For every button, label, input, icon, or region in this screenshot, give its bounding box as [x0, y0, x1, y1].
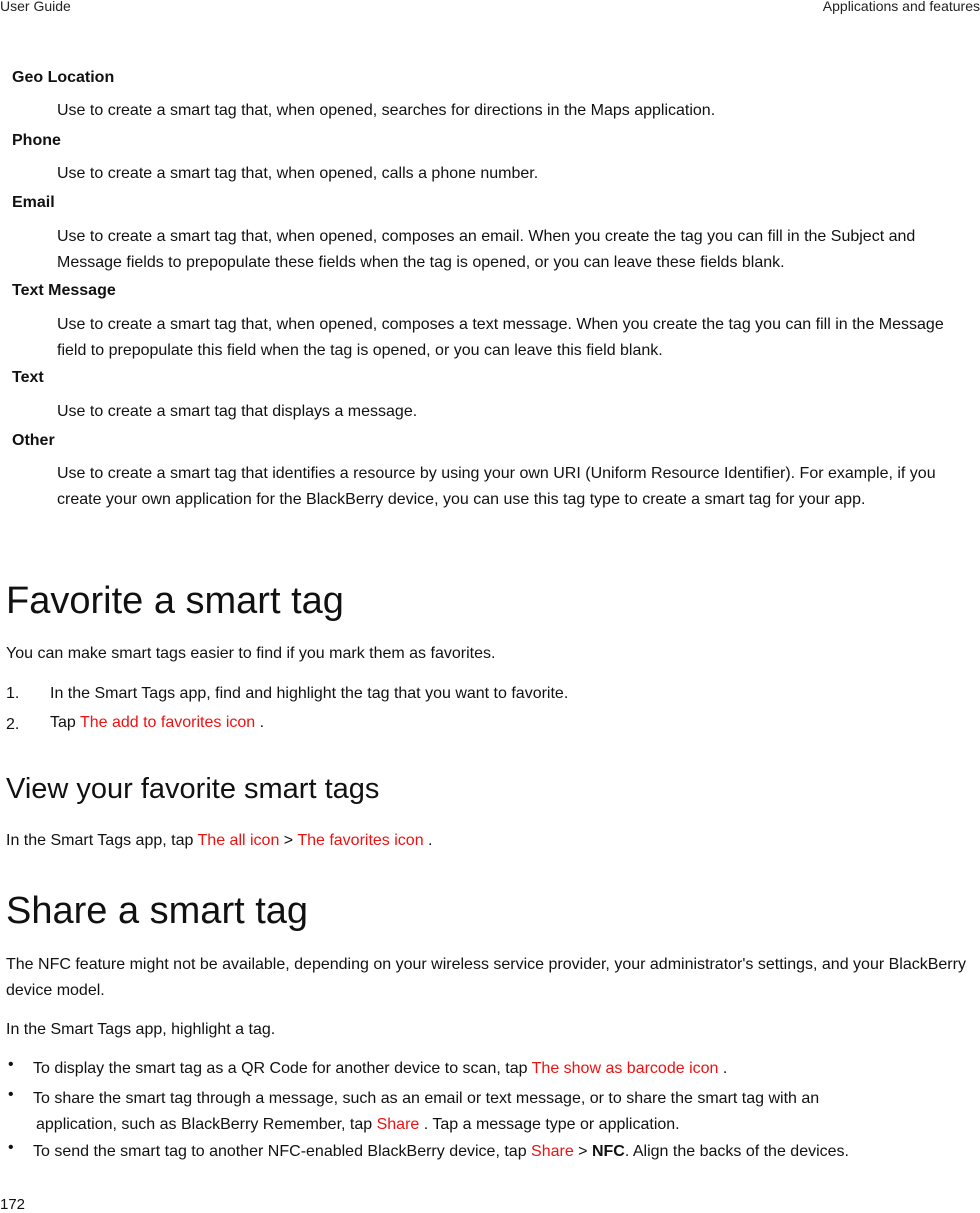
share-icon[interactable]: Share: [377, 1116, 420, 1133]
favorites-icon[interactable]: The favorites icon: [297, 832, 423, 849]
def-text-message: Use to create a smart tag that, when ope…: [57, 316, 944, 359]
favorite-intro: You can make smart tags easier to find i…: [6, 645, 496, 662]
def-text: Use to create a smart tag that displays …: [57, 403, 418, 420]
nfc-option[interactable]: NFC: [592, 1143, 625, 1160]
bullet-text: To display the smart tag as a QR Code fo…: [33, 1060, 728, 1077]
view-instructions: In the Smart Tags app, tap The all icon …: [6, 832, 433, 849]
step-text: Tap The add to favorites icon .: [50, 714, 265, 731]
step-text: In the Smart Tags app, find and highligh…: [50, 685, 569, 702]
def-geo-location: Use to create a smart tag that, when ope…: [57, 102, 716, 119]
section-title-favorite: Favorite a smart tag: [6, 580, 344, 622]
header-right: Applications and features: [822, 0, 980, 14]
bullet-text: To share the smart tag through a message…: [33, 1090, 820, 1133]
step-number: 1.: [6, 685, 20, 702]
show-as-barcode-icon[interactable]: The show as barcode icon: [532, 1060, 719, 1077]
header-left: User Guide: [0, 0, 71, 14]
section-title-view: View your favorite smart tags: [6, 773, 380, 805]
term-text: Text: [12, 369, 44, 386]
step-number: 2.: [6, 716, 20, 733]
term-geo-location: Geo Location: [12, 69, 115, 86]
def-email: Use to create a smart tag that, when ope…: [57, 228, 916, 271]
share-lead: In the Smart Tags app, highlight a tag.: [6, 1021, 276, 1038]
bullet-icon: •: [8, 1056, 14, 1073]
term-other: Other: [12, 432, 55, 449]
term-email: Email: [12, 194, 55, 211]
all-icon[interactable]: The all icon: [198, 832, 280, 849]
add-to-favorites-icon[interactable]: The add to favorites icon: [80, 714, 255, 731]
bullet-icon: •: [8, 1139, 14, 1156]
share-icon[interactable]: Share: [531, 1143, 574, 1160]
share-intro: The NFC feature might not be available, …: [6, 956, 966, 999]
bullet-text: To send the smart tag to another NFC-ena…: [33, 1143, 849, 1160]
term-phone: Phone: [12, 132, 61, 149]
term-text-message: Text Message: [12, 282, 116, 299]
page-number: 172: [0, 1196, 26, 1213]
def-other: Use to create a smart tag that identifie…: [57, 465, 936, 508]
bullet-icon: •: [8, 1086, 14, 1103]
def-phone: Use to create a smart tag that, when ope…: [57, 165, 539, 182]
section-title-share: Share a smart tag: [6, 890, 309, 932]
